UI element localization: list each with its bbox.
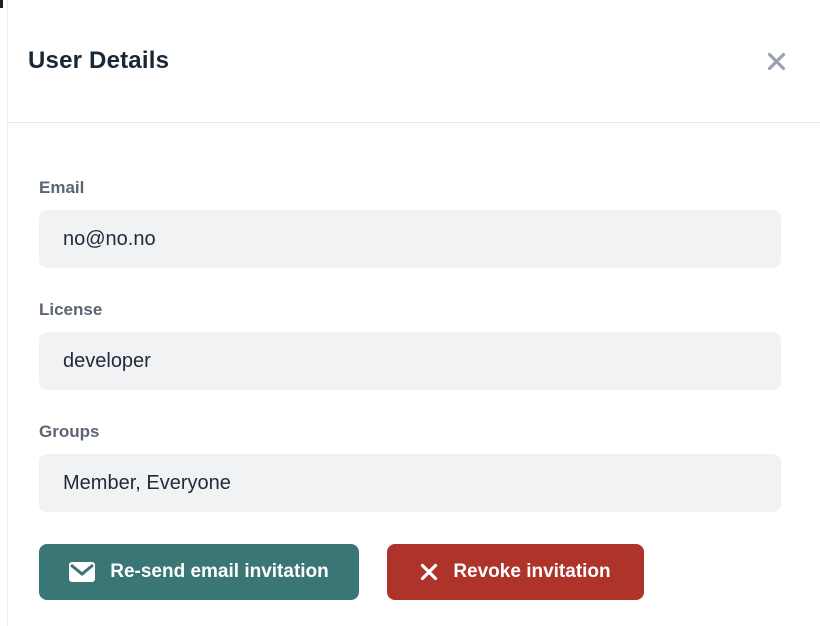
groups-field[interactable]	[39, 454, 781, 512]
field-group-license: License	[39, 300, 781, 390]
x-icon	[420, 563, 438, 581]
license-field[interactable]	[39, 332, 781, 390]
email-field[interactable]	[39, 210, 781, 268]
revoke-invitation-button[interactable]: Revoke invitation	[387, 544, 644, 600]
close-button[interactable]	[763, 48, 790, 75]
field-group-groups: Groups	[39, 422, 781, 512]
page-title: User Details	[28, 47, 169, 75]
field-group-email: Email	[39, 178, 781, 268]
modal-actions: Re-send email invitation Revoke invitati…	[39, 544, 781, 600]
user-details-modal: User Details Email License Groups	[7, 0, 820, 626]
modal-header: User Details	[8, 0, 820, 123]
resend-invitation-label: Re-send email invitation	[110, 561, 329, 583]
groups-label: Groups	[39, 422, 781, 442]
background-page-fragment	[0, 0, 3, 8]
revoke-invitation-label: Revoke invitation	[453, 561, 610, 583]
modal-body: Email License Groups Re-send email invit…	[8, 123, 820, 600]
close-icon	[765, 61, 788, 76]
envelope-icon	[69, 562, 95, 582]
license-label: License	[39, 300, 781, 320]
email-label: Email	[39, 178, 781, 198]
resend-invitation-button[interactable]: Re-send email invitation	[39, 544, 359, 600]
